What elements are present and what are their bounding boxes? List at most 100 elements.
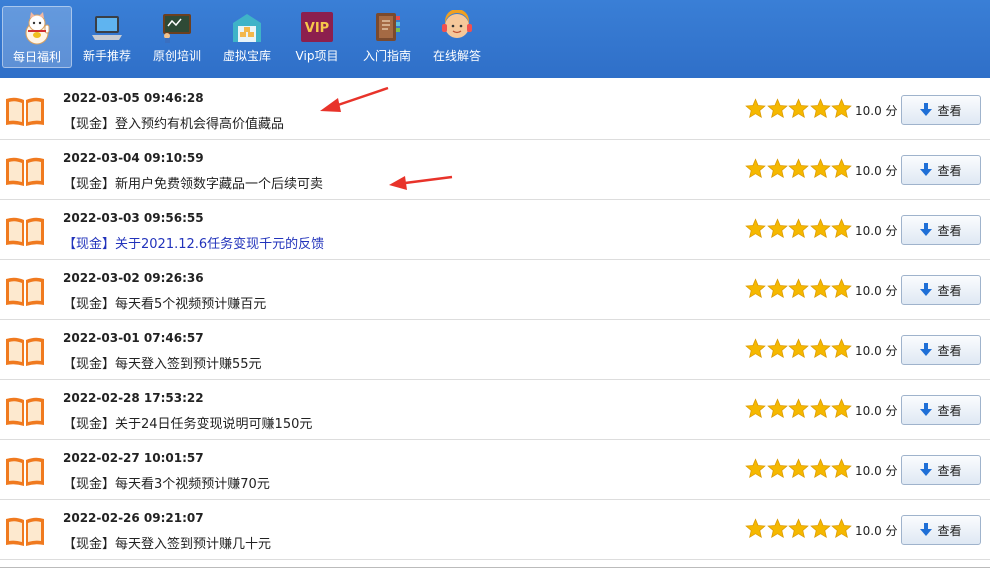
item-score: 10.0 分: [855, 224, 898, 238]
view-button-label: 查看: [937, 283, 962, 298]
nav-item-1[interactable]: 新手推荐: [72, 6, 142, 68]
view-button-label: 查看: [937, 403, 962, 418]
star-icon: [809, 98, 831, 119]
view-button[interactable]: 查看: [901, 395, 981, 425]
bottom-divider: [0, 567, 990, 568]
view-button[interactable]: 查看: [901, 215, 981, 245]
star-icon: [745, 158, 766, 179]
list-item: 2022-03-03 09:56:55 【现金】关于2021.12.6任务变现千元…: [0, 200, 990, 260]
star-icon: [831, 218, 852, 239]
download-arrow-icon: [920, 523, 933, 537]
warehouse-icon: [229, 10, 265, 44]
star-icon: [831, 338, 852, 359]
star-icon: [788, 158, 809, 179]
item-score: 10.0 分: [855, 404, 898, 418]
star-icon: [809, 458, 831, 479]
rating-stars: [745, 398, 853, 419]
star-icon: [809, 278, 831, 299]
item-date: 2022-03-05 09:46:28: [63, 91, 204, 105]
star-icon: [831, 518, 852, 539]
list-item: 2022-03-04 09:10:59 【现金】新用户免费领数字藏品一个后续可卖 1…: [0, 140, 990, 200]
star-icon: [766, 458, 788, 479]
star-icon: [766, 338, 788, 359]
open-book-icon: [4, 216, 46, 248]
item-title-link[interactable]: 【现金】新用户免费领数字藏品一个后续可卖: [63, 173, 323, 192]
item-date: 2022-02-28 17:53:22: [63, 391, 204, 405]
view-button[interactable]: 查看: [901, 455, 981, 485]
vip-badge-text: VIP: [305, 21, 329, 36]
star-icon: [745, 98, 766, 119]
view-button-label: 查看: [937, 223, 962, 238]
open-book-icon: [4, 516, 46, 548]
item-title-link[interactable]: 【现金】关于2021.12.6任务变现千元的反馈: [63, 233, 324, 252]
item-date: 2022-03-03 09:56:55: [63, 211, 204, 225]
item-score: 10.0 分: [855, 524, 898, 538]
star-icon: [745, 518, 766, 539]
star-icon: [745, 398, 766, 419]
star-icon: [788, 98, 809, 119]
star-icon: [831, 158, 852, 179]
view-button-label: 查看: [937, 103, 962, 118]
item-date: 2022-03-01 07:46:57: [63, 331, 204, 345]
nav-item-6[interactable]: 在线解答: [422, 6, 492, 68]
nav-item-4[interactable]: VIP Vip项目: [282, 6, 352, 68]
top-navigation-bar: 每日福利 新手推荐 原创培训 虚拟宝库 VIP Vip项目 入门指南 在线解答: [0, 0, 990, 78]
item-title-link[interactable]: 【现金】每天登入签到预计赚55元: [63, 353, 262, 372]
view-button-label: 查看: [937, 523, 962, 538]
view-button[interactable]: 查看: [901, 95, 981, 125]
nav-item-3[interactable]: 虚拟宝库: [212, 6, 282, 68]
star-icon: [788, 338, 809, 359]
star-icon: [788, 518, 809, 539]
nav-menu: 每日福利 新手推荐 原创培训 虚拟宝库 VIP Vip项目 入门指南 在线解答: [2, 6, 492, 68]
download-arrow-icon: [920, 403, 933, 417]
item-score: 10.0 分: [855, 284, 898, 298]
star-icon: [788, 458, 809, 479]
item-score: 10.0 分: [855, 164, 898, 178]
item-date: 2022-03-02 09:26:36: [63, 271, 204, 285]
item-score: 10.0 分: [855, 104, 898, 118]
list-item: 2022-02-26 09:21:07 【现金】每天登入签到预计赚几十元 10.0 …: [0, 500, 990, 560]
item-title-link[interactable]: 【现金】登入预约有机会得高价值藏品: [63, 113, 284, 132]
item-date: 2022-02-26 09:21:07: [63, 511, 204, 525]
item-title-link[interactable]: 【现金】每天登入签到预计赚几十元: [63, 533, 271, 552]
guide-book-icon: [369, 10, 405, 44]
star-icon: [831, 458, 852, 479]
star-icon: [745, 338, 766, 359]
item-title-link[interactable]: 【现金】每天看3个视频预计赚70元: [63, 473, 270, 492]
nav-item-0[interactable]: 每日福利: [2, 6, 72, 68]
open-book-icon: [4, 396, 46, 428]
item-title-link[interactable]: 【现金】每天看5个视频预计赚百元: [63, 293, 266, 312]
download-arrow-icon: [920, 463, 933, 477]
download-arrow-icon: [920, 343, 933, 357]
rating-stars: [745, 278, 853, 299]
open-book-icon: [4, 456, 46, 488]
star-icon: [766, 98, 788, 119]
star-icon: [809, 518, 831, 539]
open-book-icon: [4, 156, 46, 188]
nav-item-2[interactable]: 原创培训: [142, 6, 212, 68]
star-icon: [766, 218, 788, 239]
star-icon: [809, 158, 831, 179]
view-button[interactable]: 查看: [901, 275, 981, 305]
view-button-label: 查看: [937, 163, 962, 178]
download-arrow-icon: [920, 223, 933, 237]
nav-item-label: 在线解答: [432, 49, 481, 63]
view-button[interactable]: 查看: [901, 335, 981, 365]
download-arrow-icon: [920, 103, 933, 117]
download-arrow-icon: [920, 283, 933, 297]
item-date: 2022-02-27 10:01:57: [63, 451, 204, 465]
star-icon: [831, 98, 852, 119]
star-icon: [809, 398, 831, 419]
star-icon: [766, 518, 788, 539]
item-score: 10.0 分: [855, 464, 898, 478]
rating-stars: [745, 518, 853, 539]
star-icon: [831, 398, 852, 419]
star-icon: [766, 158, 788, 179]
item-title-link[interactable]: 【现金】关于24日任务变现说明可赚150元: [63, 413, 312, 432]
nav-item-5[interactable]: 入门指南: [352, 6, 422, 68]
view-button[interactable]: 查看: [901, 515, 981, 545]
star-icon: [809, 338, 831, 359]
view-button[interactable]: 查看: [901, 155, 981, 185]
rating-stars: [745, 218, 853, 239]
support-agent-icon: [439, 9, 475, 44]
